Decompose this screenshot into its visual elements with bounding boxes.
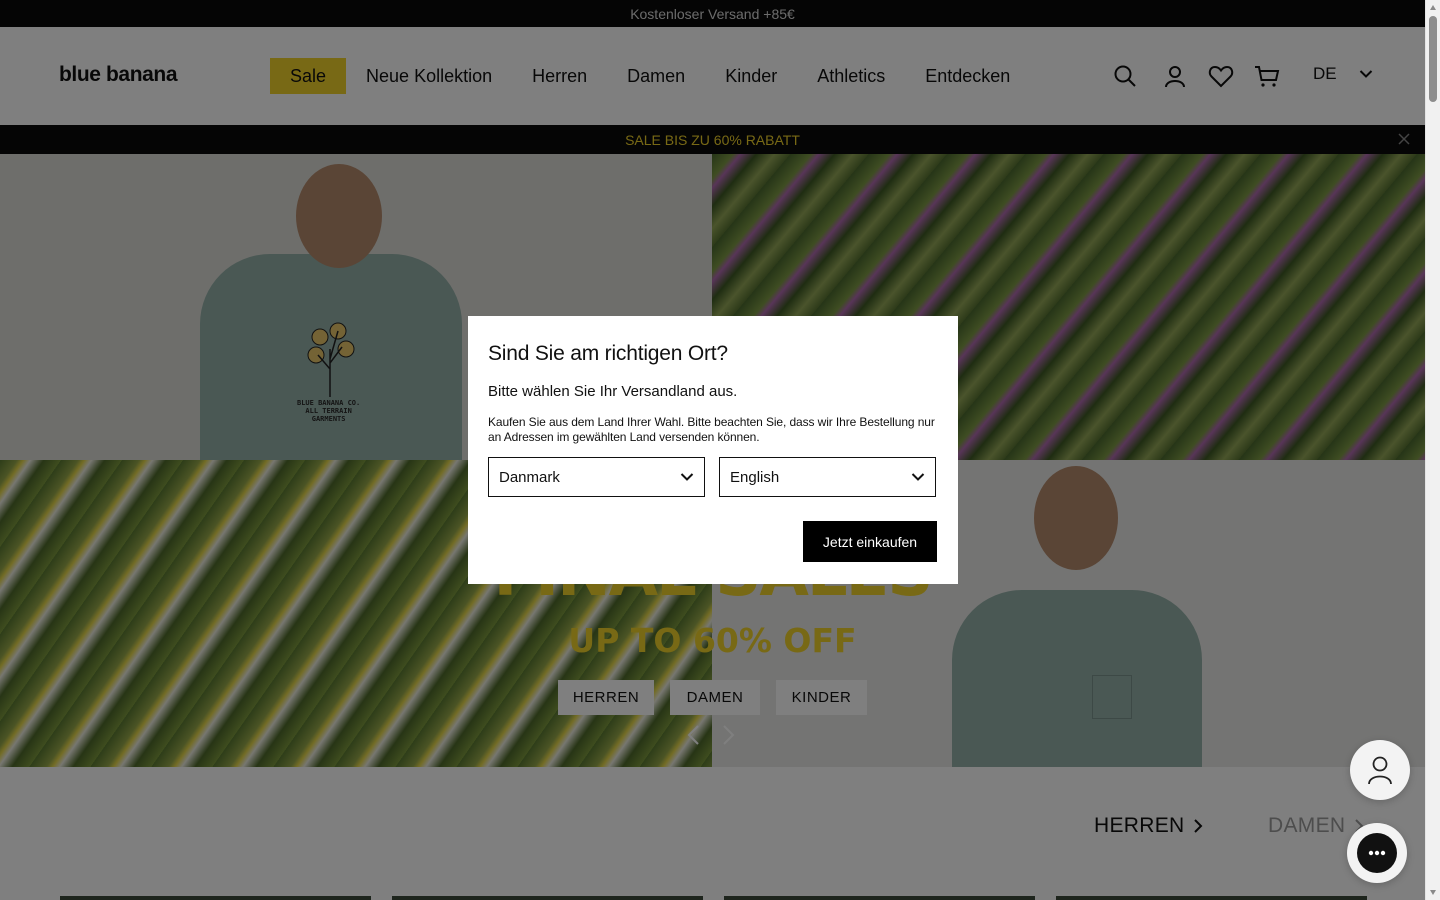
account-widget-button[interactable] xyxy=(1350,740,1410,800)
language-select-value: English xyxy=(730,468,780,486)
country-selector-modal: Sind Sie am richtigen Ort? Bitte wählen … xyxy=(468,316,958,584)
modal-selects: Danmark English xyxy=(488,457,938,497)
chat-icon xyxy=(1368,850,1386,856)
scroll-down-icon[interactable] xyxy=(1430,890,1436,895)
chevron-down-icon xyxy=(911,473,925,481)
scrollbar-thumb[interactable] xyxy=(1429,16,1437,102)
country-select-value: Danmark xyxy=(499,468,560,486)
chevron-down-icon xyxy=(680,473,694,481)
modal-subtitle: Bitte wählen Sie Ihr Versandland aus. xyxy=(488,383,738,400)
modal-title: Sind Sie am richtigen Ort? xyxy=(488,342,728,365)
country-select[interactable]: Danmark xyxy=(488,457,705,497)
page-scrollbar[interactable] xyxy=(1425,0,1440,900)
chat-widget-button[interactable] xyxy=(1347,823,1407,883)
user-icon xyxy=(1368,756,1392,785)
shop-now-button[interactable]: Jetzt einkaufen xyxy=(803,521,937,562)
modal-description: Kaufen Sie aus dem Land Ihrer Wahl. Bitt… xyxy=(488,415,935,444)
scroll-up-icon[interactable] xyxy=(1430,5,1436,10)
language-select[interactable]: English xyxy=(719,457,936,497)
